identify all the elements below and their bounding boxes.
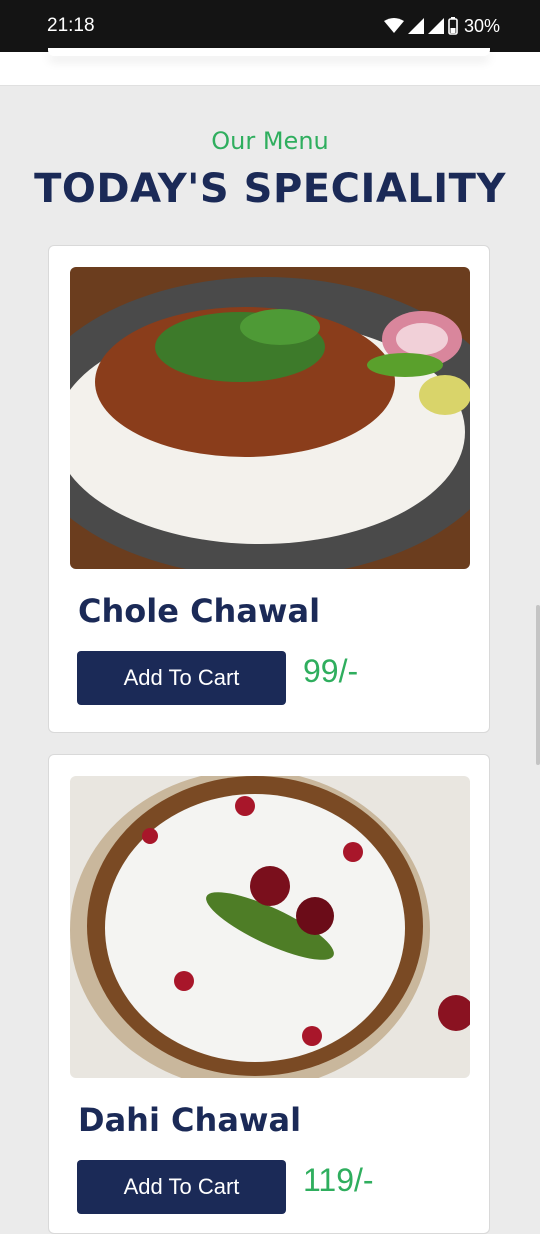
menu-card: Dahi Chawal Add To Cart 119/- [48,754,490,1234]
header-strip [0,48,540,86]
battery-percent: 30% [463,15,500,36]
section-title: TODAY'S SPECIALITY [34,166,506,212]
signal-icon [407,18,424,34]
status-time: 21:18 [47,15,95,36]
battery-icon [448,17,458,35]
dish-name: Chole Chawal [78,592,321,630]
header-card-edge [48,48,490,56]
chole-chawal-image [70,267,470,569]
status-bar: 21:18 30% [0,0,540,52]
dish-price: 119/- [303,1162,374,1198]
menu-card: Chole Chawal Add To Cart 99/- [48,245,490,733]
wifi-icon [383,18,404,34]
add-to-cart-button[interactable]: Add To Cart [77,1160,286,1214]
add-to-cart-button[interactable]: Add To Cart [77,651,286,705]
signal-icon [427,18,444,34]
status-icons: 30% [383,15,500,37]
dish-name: Dahi Chawal [78,1101,302,1139]
scrollbar-thumb[interactable] [536,605,540,765]
dahi-chawal-image [70,776,470,1078]
dish-price: 99/- [303,653,359,689]
section-subtitle: Our Menu [211,127,329,155]
